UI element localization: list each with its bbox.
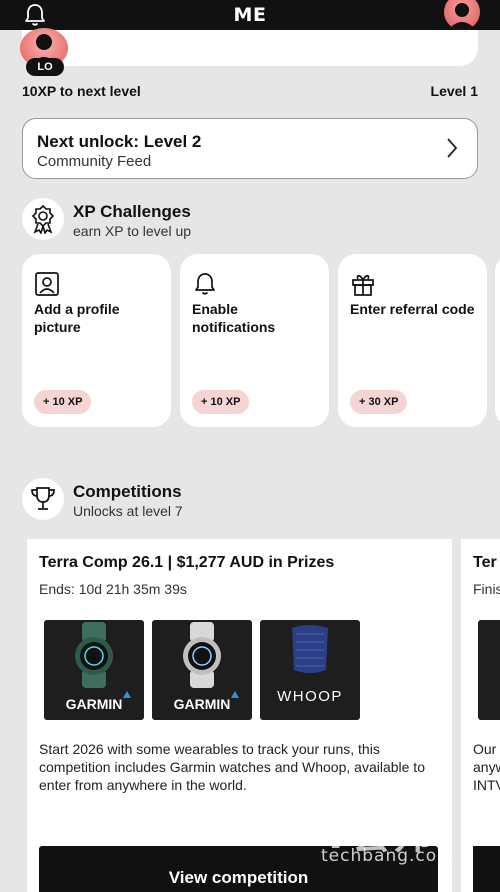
competition-description: Start 2026 with some wearables to track …	[39, 741, 425, 793]
xp-reward-badge: + 30 XP	[350, 390, 408, 414]
xp-reward-badge: + 10 XP	[34, 390, 92, 414]
competition-card[interactable]: Terra Comp 26.1 | $1,277 AUD in Prizes E…	[27, 539, 452, 892]
avatar-icon	[448, 3, 476, 30]
profile-avatar[interactable]	[444, 0, 480, 30]
next-unlock-card[interactable]: Next unlock: Level 2 Community Feed	[22, 118, 478, 179]
prize-brand: WHOOP	[277, 688, 343, 705]
xp-reward-badge: + 10 XP	[192, 390, 250, 414]
award-icon	[22, 198, 64, 240]
challenge-card[interactable]: Enter referral code + 30 XP	[338, 254, 487, 427]
competition-card[interactable]: Ter Finis Our anyw INTV	[461, 539, 500, 892]
competition-title: Ter	[473, 554, 497, 571]
prize-brand: GARMIN	[66, 696, 123, 712]
bell-icon	[195, 273, 215, 295]
competition-countdown: Ends: 10d 21h 35m 39s	[39, 581, 187, 597]
xp-challenges-subtitle: earn XP to level up	[73, 223, 192, 239]
competitions-subtitle: Unlocks at level 7	[73, 503, 183, 519]
bell-icon[interactable]	[22, 2, 48, 28]
prize-image	[478, 620, 500, 720]
next-unlock-title: Next unlock: Level 2	[37, 132, 202, 151]
challenge-label: Add a profile picture	[34, 301, 120, 335]
competitions-title: Competitions	[73, 482, 182, 501]
trophy-icon	[22, 478, 64, 520]
gift-icon	[352, 274, 374, 296]
page-title: ME	[233, 4, 267, 26]
challenge-card[interactable]: Enable notifications + 10 XP	[180, 254, 329, 427]
xp-challenges-title: XP Challenges	[73, 202, 191, 221]
top-bar: ME	[0, 0, 500, 30]
xp-to-next-level: 10XP to next level	[22, 83, 141, 99]
current-level: Level 1	[430, 83, 478, 99]
prize-brand: GARMIN	[174, 696, 231, 712]
competition-title: Terra Comp 26.1 | $1,277 AUD in Prizes	[39, 554, 335, 571]
prize-whoop-band: WHOOP	[260, 620, 360, 720]
competition-countdown: Finis	[473, 581, 500, 597]
level-badge: LO	[26, 58, 64, 76]
chevron-right-icon	[447, 138, 458, 158]
xp-progress-track	[22, 30, 478, 66]
challenge-label: Enter referral code	[350, 301, 475, 317]
profile-picture-icon	[35, 272, 59, 296]
next-unlock-subtitle: Community Feed	[37, 153, 152, 170]
challenge-card[interactable]: Add a profile picture + 10 XP	[22, 254, 171, 427]
prize-garmin-green-watch: GARMIN	[44, 620, 144, 720]
challenge-label: Enable notifications	[192, 301, 276, 335]
view-competition-button[interactable]	[473, 846, 500, 892]
challenge-card[interactable]	[495, 254, 500, 427]
view-competition-button[interactable]: View competition	[39, 846, 438, 892]
competition-description: Our anyw INTV	[473, 741, 500, 793]
prize-garmin-white-watch: GARMIN	[152, 620, 252, 720]
